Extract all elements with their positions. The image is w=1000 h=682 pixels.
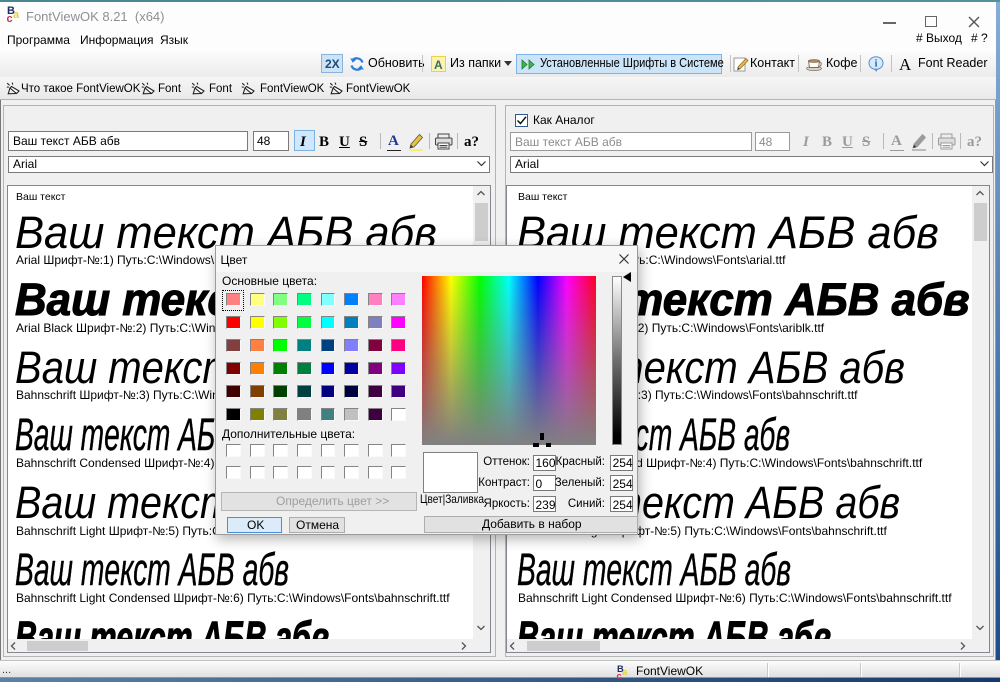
svg-text:i: i: [875, 58, 878, 69]
